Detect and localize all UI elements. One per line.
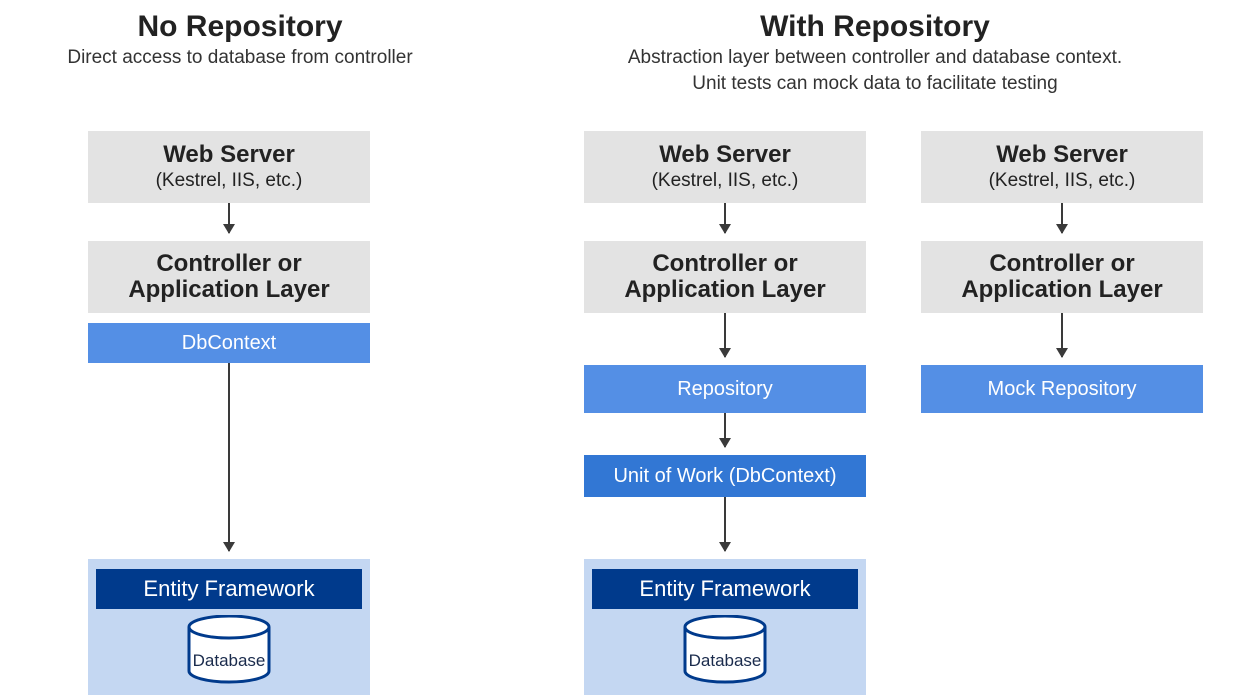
rightB-mock-repo-label: Mock Repository — [988, 378, 1137, 401]
rightA-unit-of-work-box: Unit of Work (DbContext) — [584, 455, 866, 497]
left-dbcontext-label: DbContext — [182, 332, 277, 355]
left-web-server-sub: (Kestrel, IIS, etc.) — [156, 170, 303, 192]
rightB-controller-line1: Controller or — [989, 251, 1134, 277]
right-subtitle-1: Abstraction layer between controller and… — [545, 46, 1205, 70]
left-web-server-box: Web Server (Kestrel, IIS, etc.) — [88, 131, 370, 203]
rightA-web-server-sub: (Kestrel, IIS, etc.) — [652, 170, 799, 192]
right-subtitle-2: Unit tests can mock data to facilitate t… — [545, 72, 1205, 96]
rightA-ef-label: Entity Framework — [592, 569, 858, 609]
rightA-controller-line1: Controller or — [652, 251, 797, 277]
rightA-repository-box: Repository — [584, 365, 866, 413]
rightB-controller-line2: Application Layer — [961, 277, 1162, 303]
rightB-mock-repository-box: Mock Repository — [921, 365, 1203, 413]
left-web-server-title: Web Server — [163, 142, 295, 168]
database-icon: Database — [682, 615, 768, 685]
left-entity-framework-box: Entity Framework Database — [88, 559, 370, 695]
left-controller-line2: Application Layer — [128, 277, 329, 303]
rightB-web-server-box: Web Server (Kestrel, IIS, etc.) — [921, 131, 1203, 203]
rightA-uow-label: Unit of Work (DbContext) — [613, 465, 836, 488]
arrow-down-icon — [1061, 203, 1063, 233]
rightA-database-label: Database — [689, 651, 762, 671]
left-title: No Repository — [30, 10, 450, 44]
arrow-down-icon — [724, 497, 726, 551]
arrow-down-icon — [724, 313, 726, 357]
arrow-down-icon — [724, 413, 726, 447]
rightA-repository-label: Repository — [677, 378, 773, 401]
arrow-down-icon — [1061, 313, 1063, 357]
left-database-label: Database — [193, 651, 266, 671]
arrow-down-icon — [228, 203, 230, 233]
left-subtitle: Direct access to database from controlle… — [30, 46, 450, 70]
rightA-controller-box: Controller or Application Layer — [584, 241, 866, 313]
left-controller-box: Controller or Application Layer — [88, 241, 370, 313]
rightA-web-server-title: Web Server — [659, 142, 791, 168]
right-title: With Repository — [545, 10, 1205, 44]
rightA-web-server-box: Web Server (Kestrel, IIS, etc.) — [584, 131, 866, 203]
rightB-controller-box: Controller or Application Layer — [921, 241, 1203, 313]
rightB-web-server-title: Web Server — [996, 142, 1128, 168]
right-column-header: With Repository Abstraction layer betwee… — [545, 10, 1205, 96]
left-dbcontext-box: DbContext — [88, 323, 370, 363]
arrow-down-icon — [724, 203, 726, 233]
rightB-web-server-sub: (Kestrel, IIS, etc.) — [989, 170, 1136, 192]
left-column-header: No Repository Direct access to database … — [30, 10, 450, 70]
rightA-controller-line2: Application Layer — [624, 277, 825, 303]
left-controller-line1: Controller or — [156, 251, 301, 277]
arrow-down-icon — [228, 363, 230, 551]
database-icon: Database — [186, 615, 272, 685]
left-ef-label: Entity Framework — [96, 569, 362, 609]
rightA-entity-framework-box: Entity Framework Database — [584, 559, 866, 695]
